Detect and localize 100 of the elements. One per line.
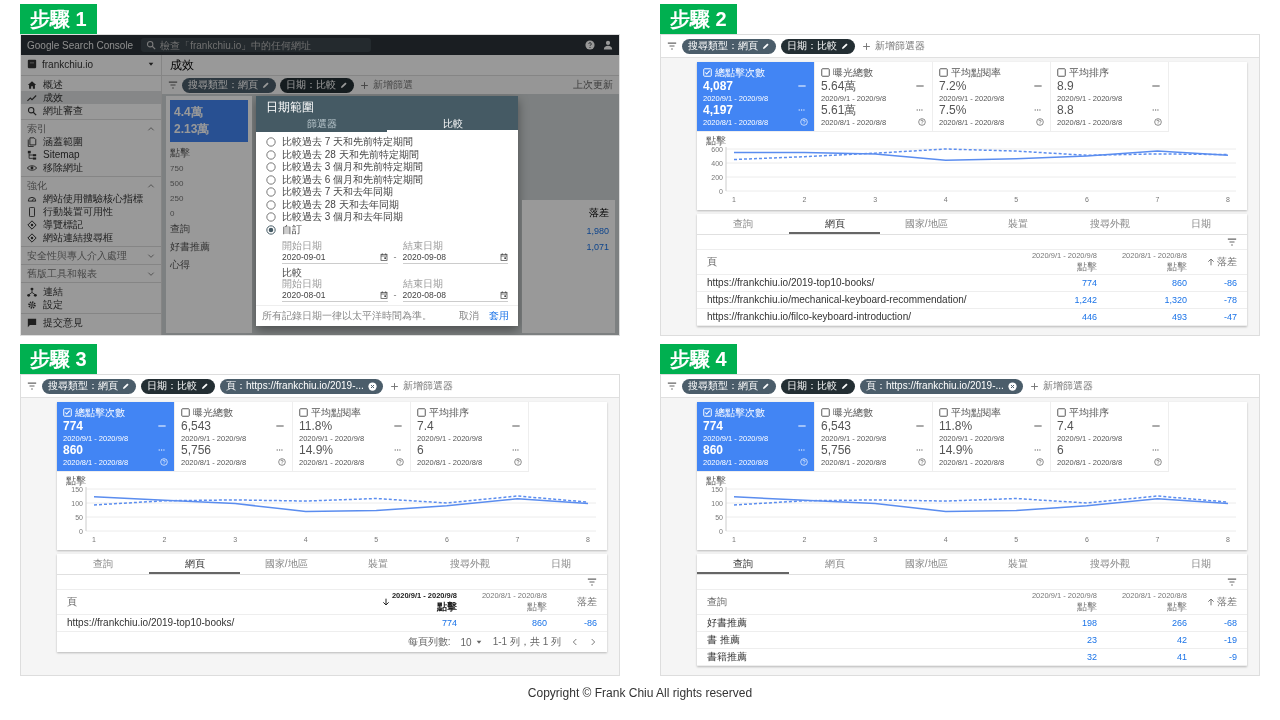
radio-icon[interactable] (266, 224, 276, 235)
filter-icon[interactable] (587, 577, 597, 587)
filter-icon[interactable] (27, 381, 37, 391)
tab[interactable]: 查詢 (697, 554, 789, 574)
tab[interactable]: 網頁 (148, 554, 241, 574)
checkbox[interactable] (939, 408, 948, 417)
checkbox[interactable] (181, 408, 190, 417)
checkbox[interactable] (821, 68, 830, 77)
checkbox[interactable] (299, 408, 308, 417)
radio-icon[interactable] (266, 212, 276, 223)
chevron-down-icon[interactable] (147, 251, 155, 260)
account-icon[interactable] (603, 40, 613, 50)
sidebar-item[interactable]: 導覽標記 (21, 218, 161, 231)
column-header[interactable]: 落差 (577, 595, 597, 609)
calendar-icon[interactable] (379, 291, 388, 299)
tab[interactable]: 查詢 (697, 214, 789, 234)
checkbox[interactable] (939, 68, 948, 77)
pencil-icon[interactable] (762, 42, 770, 50)
radio-icon[interactable] (266, 199, 276, 210)
radio-option[interactable]: 比較過去 28 天和先前特定期間 (266, 148, 508, 161)
sidebar-item[interactable]: 網站使用體驗核心指標 (21, 192, 161, 205)
feedback-link[interactable]: 提交意見 (21, 316, 161, 329)
pencil-icon[interactable] (201, 382, 209, 390)
help-icon[interactable] (585, 40, 595, 50)
filter-chip[interactable]: 搜尋類型：網頁 (182, 77, 276, 93)
sidebar-item[interactable]: 行動裝置可用性 (21, 205, 161, 218)
tab[interactable]: 網頁 (788, 554, 881, 574)
checkbox[interactable] (1057, 408, 1066, 417)
radio-icon[interactable] (266, 162, 276, 173)
sidebar-item[interactable]: 設定 (21, 298, 161, 311)
close-icon[interactable] (367, 381, 377, 391)
column-header[interactable]: 點擊 (527, 599, 547, 614)
chevron-up-icon[interactable] (147, 124, 155, 133)
radio-option[interactable]: 自訂 (266, 223, 508, 236)
tab[interactable]: 國家/地區 (880, 214, 972, 234)
tab[interactable]: 查詢 (57, 554, 149, 574)
tab[interactable]: 裝置 (972, 214, 1064, 234)
add-filter-button[interactable]: 新增篩選 (358, 78, 415, 92)
column-header[interactable]: 點擊 (1077, 259, 1097, 274)
rows-per-page-dropdown[interactable]: 10 (460, 636, 483, 648)
tab[interactable]: 網頁 (788, 214, 881, 234)
filter-chip[interactable]: 頁：https://frankchiu.io/2019-... (220, 378, 383, 394)
column-header[interactable]: 點擊 (1077, 599, 1097, 614)
radio-option[interactable]: 比較過去 28 天和去年同期 (266, 198, 508, 211)
filter-chip[interactable]: 日期：比較 (781, 38, 855, 54)
tab[interactable]: 國家/地區 (880, 554, 972, 574)
pencil-icon[interactable] (340, 81, 348, 89)
calendar-icon[interactable] (379, 253, 388, 261)
arrow-down-icon[interactable] (381, 598, 390, 606)
radio-option[interactable]: 比較過去 3 個月和去年同期 (266, 211, 508, 224)
sidebar-item[interactable]: 概述 (21, 78, 161, 91)
sidebar-item[interactable]: 移除網址 (21, 161, 161, 174)
apply-button[interactable]: 套用 (486, 308, 512, 324)
tab[interactable]: 比較 (387, 116, 518, 132)
filter-chip[interactable]: 搜尋類型：網頁 (682, 378, 776, 394)
filter-chip[interactable]: 搜尋類型：網頁 (682, 38, 776, 54)
tab[interactable]: 日期 (515, 554, 608, 574)
tab[interactable]: 裝置 (972, 554, 1064, 574)
date-field[interactable]: 開始日期 2020-08-01 (282, 278, 388, 302)
sidebar-item[interactable]: 連結 (21, 285, 161, 298)
column-header[interactable]: 點擊 (437, 599, 457, 614)
radio-icon[interactable] (266, 149, 276, 160)
column-header[interactable]: 落差 (1217, 595, 1237, 609)
sidebar-section[interactable]: 強化 (21, 179, 161, 192)
filter-chip[interactable]: 搜尋類型：網頁 (42, 378, 136, 394)
radio-icon[interactable] (266, 137, 276, 148)
arrow-up-icon[interactable] (1207, 258, 1215, 266)
add-filter-button[interactable]: 新增篩選器 (387, 379, 455, 393)
sidebar-item[interactable]: Sitemap (21, 148, 161, 161)
column-header[interactable]: 落差 (1217, 255, 1237, 269)
pencil-icon[interactable] (762, 382, 770, 390)
column-header[interactable]: 點擊 (1167, 599, 1187, 614)
tab[interactable]: 裝置 (332, 554, 424, 574)
radio-icon[interactable] (266, 174, 276, 185)
add-filter-button[interactable]: 新增篩選器 (860, 39, 927, 53)
column-header[interactable]: 查詢 (707, 595, 1007, 609)
tab[interactable]: 搜尋外觀 (1063, 554, 1156, 574)
filter-chip[interactable]: 日期：比較 (781, 378, 855, 394)
filter-chip[interactable]: 頁：https://frankchiu.io/2019-... (860, 378, 1023, 394)
arrow-up-icon[interactable] (1207, 598, 1215, 606)
chevron-up-icon[interactable] (147, 181, 155, 190)
tab[interactable]: 篩選器 (256, 116, 387, 132)
column-header[interactable]: 頁 (707, 255, 1007, 269)
sidebar-section[interactable]: 索引 (21, 122, 161, 135)
property-selector[interactable]: frankchiu.io (21, 55, 161, 73)
date-field[interactable]: 結束日期 2020-09-08 (402, 240, 508, 264)
checkbox[interactable] (1057, 68, 1066, 77)
filter-chip[interactable]: 日期：比較 (280, 77, 354, 93)
radio-option[interactable]: 比較過去 7 天和去年同期 (266, 186, 508, 199)
pencil-icon[interactable] (841, 42, 849, 50)
cancel-button[interactable]: 取消 (456, 308, 482, 324)
filter-chip[interactable]: 日期：比較 (141, 378, 215, 394)
tab[interactable]: 搜尋外觀 (423, 554, 516, 574)
radio-option[interactable]: 比較過去 3 個月和先前特定期間 (266, 161, 508, 174)
filter-icon[interactable] (1227, 577, 1237, 587)
filter-icon[interactable] (1227, 237, 1237, 247)
chevron-down-icon[interactable] (147, 269, 155, 278)
pencil-icon[interactable] (841, 382, 849, 390)
calendar-icon[interactable] (500, 253, 508, 261)
tab[interactable]: 日期 (1155, 214, 1248, 234)
